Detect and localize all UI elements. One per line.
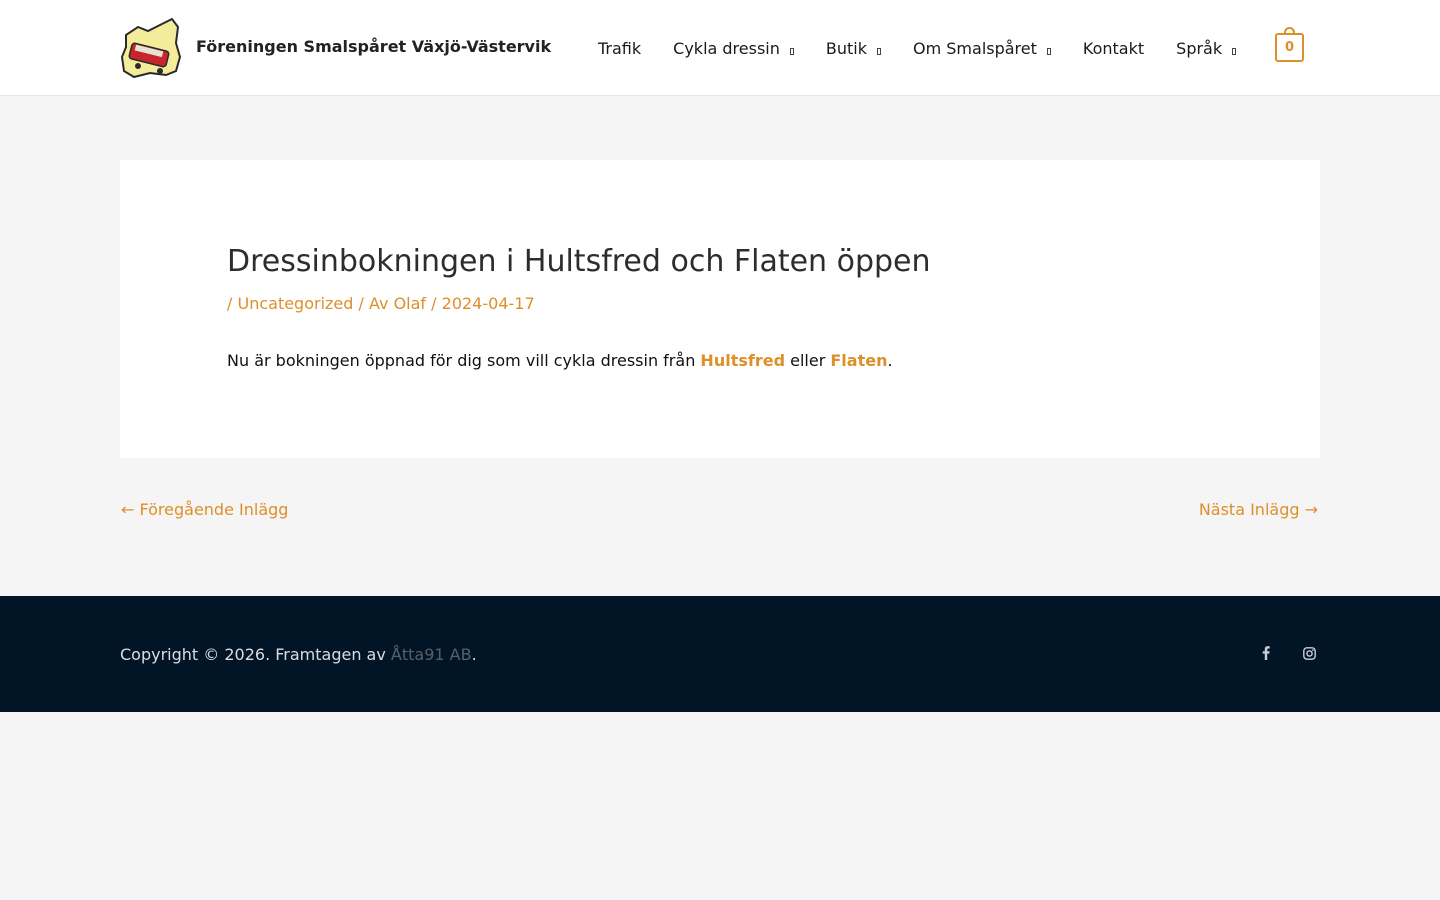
company-link[interactable]: Åtta91 AB <box>391 645 472 664</box>
nav-item-label: Om Smalspåret <box>913 38 1037 58</box>
chevron-down-icon <box>1046 47 1051 55</box>
post-date: 2024-04-17 <box>441 294 535 313</box>
site-logo[interactable] <box>120 17 182 79</box>
main-nav: Trafik Cykla dressin Butik Om Smalspåret… <box>598 37 1237 59</box>
nav-item-label: Kontakt <box>1082 38 1145 58</box>
instagram-icon[interactable] <box>1301 645 1317 661</box>
meta-separator: / <box>431 294 437 313</box>
cart-button[interactable]: 0 <box>1275 27 1304 62</box>
nav-item-label: Trafik <box>598 38 642 58</box>
author-prefix: Av <box>369 294 389 313</box>
site-header: Föreningen Smalspåret Växjö-Västervik Tr… <box>0 0 1440 96</box>
nav-item-om-smalsparet[interactable]: Om Smalspåret <box>913 39 1051 58</box>
content-text: . <box>887 351 893 370</box>
cart-count: 0 <box>1284 40 1295 55</box>
nav-item-label: Språk <box>1176 38 1223 58</box>
post-content: Nu är bokningen öppnad för dig som vill … <box>227 351 893 370</box>
site-title[interactable]: Föreningen Smalspåret Växjö-Västervik <box>196 37 551 56</box>
content-text: Nu är bokningen öppnad för dig som vill … <box>227 351 696 370</box>
nav-item-kontakt[interactable]: Kontakt <box>1083 39 1144 58</box>
flaten-link[interactable]: Flaten <box>830 351 887 370</box>
post-card: Dressinbokningen i Hultsfred och Flaten … <box>120 160 1320 458</box>
post-title: Dressinbokningen i Hultsfred och Flaten … <box>227 244 931 279</box>
copyright-end: . <box>471 645 477 664</box>
chevron-down-icon <box>877 47 881 55</box>
meta-separator: / <box>358 294 364 313</box>
facebook-icon[interactable] <box>1258 645 1274 661</box>
nav-item-cykla-dressin[interactable]: Cykla dressin <box>673 39 794 58</box>
chevron-down-icon <box>1232 47 1237 55</box>
post-meta: / Uncategorized / Av Olaf / 2024-04-17 <box>227 294 535 313</box>
nav-item-label: Cykla dressin <box>673 38 780 58</box>
author-link[interactable]: Olaf <box>394 294 426 313</box>
previous-post-link[interactable]: ← Föregående Inlägg <box>121 500 288 519</box>
next-post-link[interactable]: Nästa Inlägg → <box>1199 500 1318 519</box>
nav-item-label: Butik <box>825 38 867 58</box>
hultsfred-link[interactable]: Hultsfred <box>700 351 785 370</box>
copyright-text: Copyright © 2026. Framtagen av <box>120 645 386 664</box>
copyright: Copyright © 2026. Framtagen av Åtta91 AB… <box>120 645 477 664</box>
chevron-down-icon <box>789 47 794 55</box>
category-link[interactable]: Uncategorized <box>237 294 353 313</box>
content-text: eller <box>790 351 826 370</box>
nav-item-butik[interactable]: Butik <box>826 39 881 58</box>
cart-icon <box>1284 27 1295 35</box>
site-footer: Copyright © 2026. Framtagen av Åtta91 AB… <box>0 596 1440 712</box>
nav-item-sprak[interactable]: Språk <box>1176 38 1237 58</box>
meta-separator: / <box>227 294 233 313</box>
nav-item-trafik[interactable]: Trafik <box>598 39 641 58</box>
